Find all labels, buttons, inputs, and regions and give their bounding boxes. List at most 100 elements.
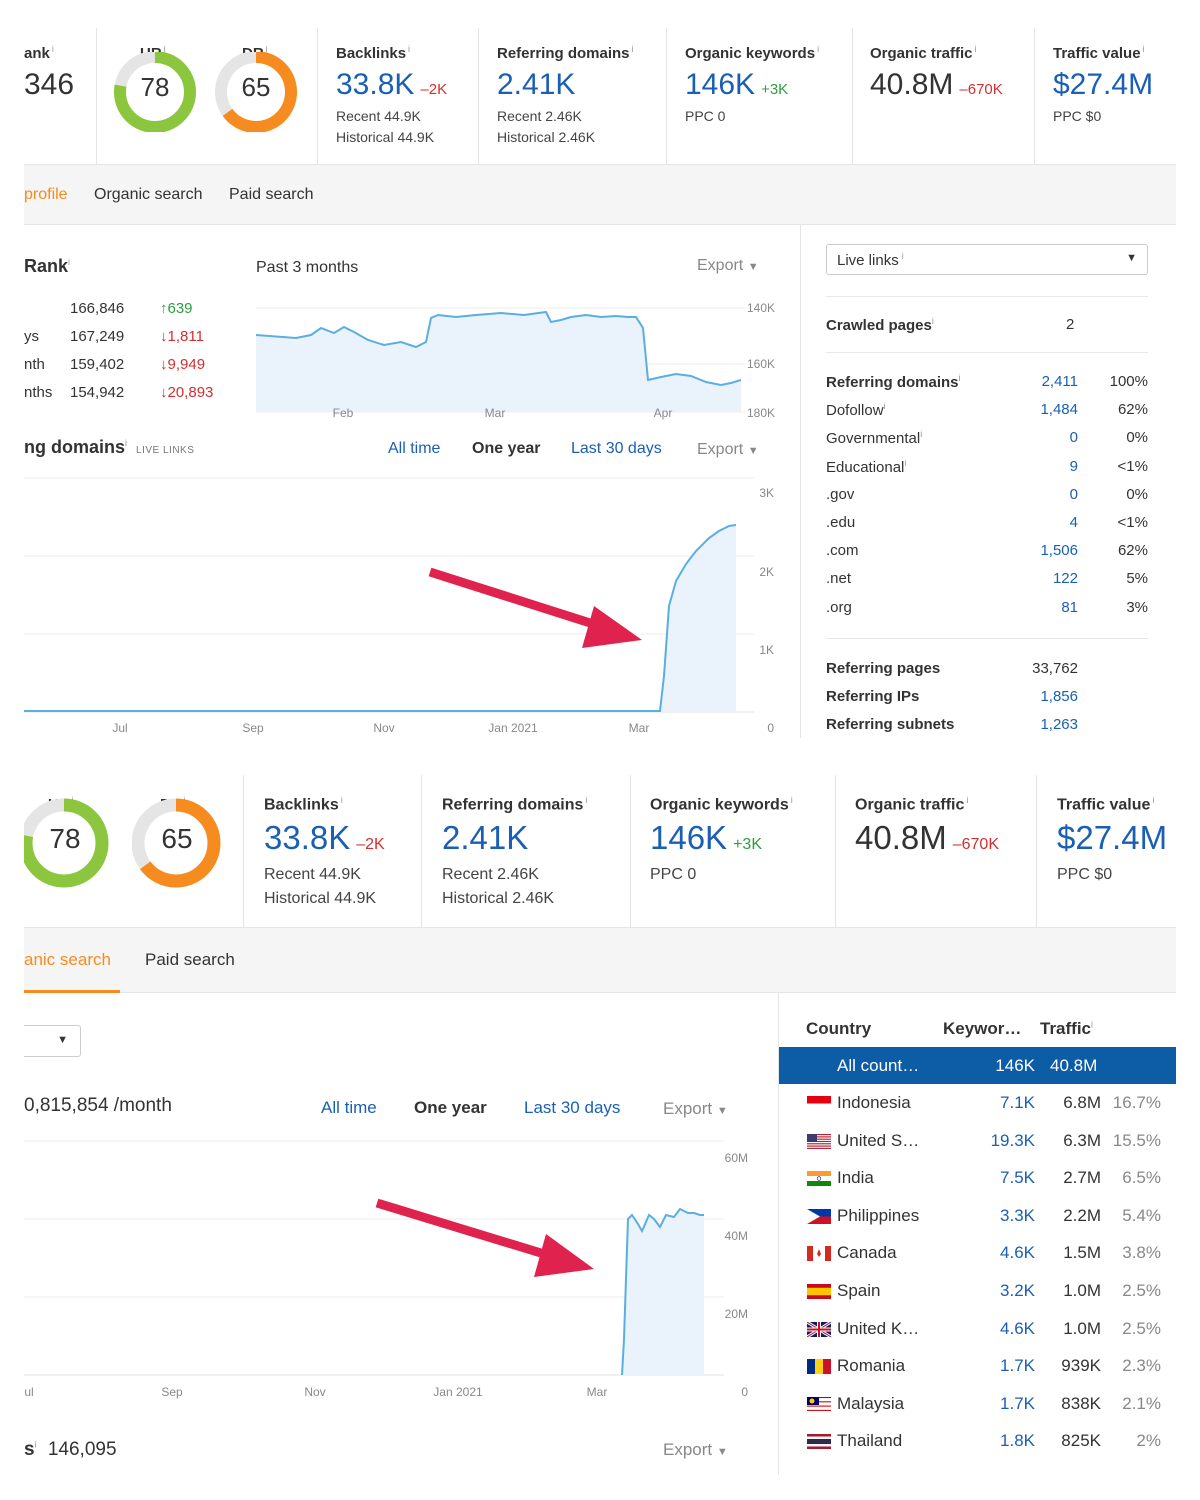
refdomains-export-button[interactable]: Export ▼ [697, 441, 759, 459]
country-traffic: 939K [1061, 1356, 1101, 1376]
country-row[interactable]: Canada 4.6K 1.5M 3.8% [779, 1234, 1176, 1271]
country-row[interactable]: Spain 3.2K 1.0M 2.5% [779, 1272, 1176, 1309]
backlinks-value[interactable]: 33.8K –2K [336, 68, 447, 102]
breakdown-percent: 0% [1126, 485, 1148, 503]
summary-value[interactable]: 1,263 [984, 716, 1078, 733]
organic-keywords-delta: +3K [733, 836, 762, 853]
referring-domains-label[interactable]: Referring domains i [497, 44, 634, 62]
filter-all-time[interactable]: All time [388, 440, 440, 458]
traffic-value-value[interactable]: $27.4M [1053, 68, 1153, 102]
filter-one-year[interactable]: One year [414, 1098, 487, 1118]
rank-row-value: 154,942 [70, 384, 125, 401]
es-flag-icon [807, 1284, 831, 1299]
filter-last-30-days[interactable]: Last 30 days [571, 440, 662, 458]
summary-value[interactable]: 1,856 [984, 688, 1078, 705]
rank-row-value: 167,249 [70, 328, 125, 345]
organic-keywords-value[interactable]: 146K +3K [650, 819, 762, 857]
backlinks-value[interactable]: 33.8K –2K [264, 819, 385, 857]
refdomains-x-tick: Sep [242, 721, 264, 735]
breakdown-value[interactable]: 4 [984, 514, 1078, 531]
breakdown-value[interactable]: 81 [984, 599, 1078, 616]
backlinks-recent: Recent 44.9K [264, 866, 361, 883]
breakdown-value[interactable]: 9 [984, 458, 1078, 475]
country-keywords[interactable]: 7.5K [1000, 1168, 1035, 1188]
country-keywords[interactable]: 1.7K [1000, 1356, 1035, 1376]
traffic-header[interactable]: Traffici [1040, 1019, 1093, 1039]
organic-keywords-label[interactable]: Organic keywords i [685, 44, 819, 62]
country-traffic: 1.0M [1063, 1318, 1101, 1338]
rank-y-tick: 140K [747, 301, 775, 315]
us-flag-icon [807, 1133, 831, 1149]
referring-domains-label[interactable]: Referring domains i [442, 795, 587, 814]
breakdown-value[interactable]: 0 [984, 429, 1078, 446]
backlinks-historical: Historical 44.9K [336, 129, 435, 145]
organic-traffic-value[interactable]: 40.8M –670K [870, 68, 1003, 102]
tab-organic-search[interactable]: Organic search [94, 186, 203, 204]
country-row[interactable]: Romania 1.7K 939K 2.3% [779, 1347, 1176, 1384]
filter-all-time[interactable]: All time [321, 1098, 377, 1118]
live-links-select[interactable]: Live links i ▼ [826, 244, 1148, 275]
location-select[interactable]: ▼ [24, 1025, 81, 1057]
rank-row-label: nth [24, 356, 45, 373]
organic-keywords-ppc: PPC 0 [685, 108, 726, 124]
keywords-export-button[interactable]: Export ▼ [663, 1440, 728, 1460]
traffic-value-label[interactable]: Traffic value i [1057, 795, 1154, 814]
organic-keywords-label[interactable]: Organic keywords i [650, 795, 793, 814]
organic-traffic-label[interactable]: Organic traffic i [870, 44, 977, 62]
traffic-export-button[interactable]: Export ▼ [663, 1099, 728, 1119]
country-traffic: 1.0M [1063, 1281, 1101, 1300]
country-keywords[interactable]: 4.6K [1000, 1243, 1035, 1263]
country-traffic: 838K [1061, 1393, 1101, 1413]
country-row[interactable]: Malaysia 1.7K 838K 2.1% [779, 1385, 1176, 1422]
tab-paid-search[interactable]: Paid search [145, 950, 235, 970]
tab-paid-search[interactable]: Paid search [229, 186, 314, 204]
backlinks-label[interactable]: Backlinks i [264, 795, 343, 814]
referring-domains-value[interactable]: 2.41K [497, 68, 575, 102]
filter-one-year[interactable]: One year [472, 440, 540, 458]
filter-last-30-days[interactable]: Last 30 days [524, 1098, 620, 1118]
country-keywords: 146K [995, 1056, 1035, 1075]
country-keywords[interactable]: 3.3K [1000, 1206, 1035, 1226]
breakdown-value[interactable]: 122 [984, 570, 1078, 587]
country-keywords[interactable]: 19.3K [991, 1131, 1035, 1151]
country-row[interactable]: India 7.5K 2.7M 6.5% [779, 1159, 1176, 1196]
keywords-header[interactable]: Keywor… [943, 1019, 1021, 1039]
country-keywords[interactable]: 1.7K [1000, 1394, 1035, 1414]
country-row[interactable]: Indonesia 7.1K 6.8M 16.7% [779, 1084, 1176, 1121]
tab-organic-search[interactable]: anic search [24, 950, 111, 970]
organic-traffic-delta: –670K [952, 836, 999, 853]
organic-keywords-value[interactable]: 146K +3K [685, 68, 788, 102]
country-keywords[interactable]: 7.1K [1000, 1093, 1035, 1113]
country-row[interactable]: United S… 19.3K 6.3M 15.5% [779, 1122, 1176, 1159]
referring-domains-recent: Recent 2.46K [442, 866, 539, 883]
traffic-value-value[interactable]: $27.4M [1057, 819, 1167, 857]
tab-backlink-profile[interactable]: profile [24, 186, 68, 204]
organic-keywords-delta: +3K [761, 81, 789, 98]
traffic-value-label[interactable]: Traffic value i [1053, 44, 1145, 62]
breakdown-value[interactable]: 0 [984, 486, 1078, 503]
backlinks-label[interactable]: Backlinks i [336, 44, 410, 62]
country-keywords[interactable]: 4.6K [1000, 1319, 1035, 1339]
divider [1036, 775, 1037, 927]
country-row[interactable]: Philippines 3.3K 2.2M 5.4% [779, 1197, 1176, 1234]
country-name: United K… [837, 1318, 920, 1338]
summary-label: Referring IPs [826, 688, 920, 705]
country-header[interactable]: Country [806, 1019, 871, 1039]
organic-traffic-label[interactable]: Organic traffic i [855, 795, 968, 814]
all-countries-row[interactable]: All count… 146K 40.8M [779, 1047, 1176, 1084]
referring-domains-value[interactable]: 2.41K [442, 819, 528, 857]
country-keywords[interactable]: 1.8K [1000, 1431, 1035, 1451]
breakdown-value[interactable]: 2,411 [984, 373, 1078, 390]
rank-export-button[interactable]: Export ▼ [697, 257, 759, 275]
chevron-down-icon: ▼ [1126, 252, 1137, 264]
breakdown-value[interactable]: 1,484 [984, 401, 1078, 418]
rank-row-change: ↑639 [160, 300, 193, 317]
active-tab-indicator [24, 990, 120, 993]
breakdown-value[interactable]: 1,506 [984, 542, 1078, 559]
organic-traffic-value[interactable]: 40.8M –670K [855, 819, 999, 857]
country-row[interactable]: United K… 4.6K 1.0M 2.5% [779, 1310, 1176, 1347]
country-row[interactable]: Thailand 1.8K 825K 2% [779, 1422, 1176, 1459]
country-keywords[interactable]: 3.2K [1000, 1281, 1035, 1301]
refdomains-y-tick: 0 [767, 721, 774, 735]
breakdown-percent: 3% [1126, 598, 1148, 616]
